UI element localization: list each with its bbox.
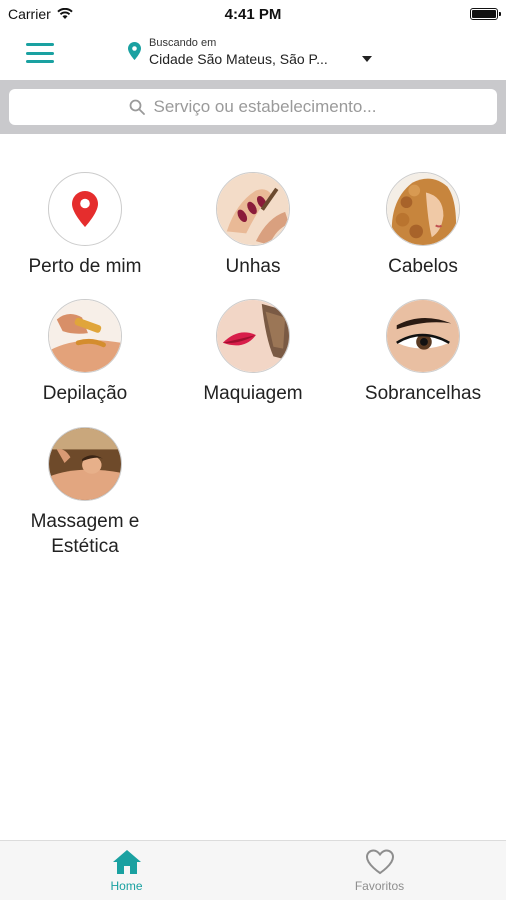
makeup-image bbox=[216, 299, 290, 373]
heart-icon bbox=[365, 848, 394, 874]
category-label: Cabelos bbox=[388, 256, 458, 277]
location-pin-icon bbox=[72, 191, 98, 227]
menu-button[interactable] bbox=[24, 40, 56, 66]
hair-image bbox=[386, 172, 460, 246]
tab-bar: Home Favoritos bbox=[0, 840, 506, 900]
category-label: Depilação bbox=[42, 383, 128, 404]
category-label: Unhas bbox=[225, 256, 281, 277]
location-text: Buscando em Cidade São Mateus, São P... bbox=[149, 36, 328, 68]
category-unhas[interactable]: Unhas bbox=[168, 172, 338, 279]
home-icon bbox=[112, 849, 141, 874]
category-label: Perto de mim bbox=[28, 256, 142, 277]
category-icon bbox=[48, 172, 122, 246]
menu-icon-bar bbox=[26, 60, 54, 63]
chevron-down-icon[interactable] bbox=[362, 56, 372, 62]
tab-home-label: Home bbox=[110, 878, 143, 893]
massage-image bbox=[48, 427, 122, 501]
search-input[interactable]: Serviço ou estabelecimento... bbox=[9, 89, 497, 125]
wifi-icon bbox=[57, 8, 73, 19]
location-selector[interactable]: Buscando em Cidade São Mateus, São P... bbox=[128, 36, 328, 68]
search-placeholder: Serviço ou estabelecimento... bbox=[153, 97, 377, 116]
location-city: Cidade São Mateus, São P... bbox=[149, 51, 328, 67]
category-depilacao[interactable]: Depilação bbox=[0, 299, 170, 406]
menu-icon-bar bbox=[26, 43, 54, 46]
search-bar-container: Serviço ou estabelecimento... bbox=[0, 80, 506, 134]
carrier-label: Carrier bbox=[8, 6, 51, 22]
status-left: Carrier bbox=[8, 6, 73, 22]
tab-favoritos[interactable]: Favoritos bbox=[253, 841, 506, 900]
category-sobrancelhas[interactable]: Sobrancelhas bbox=[338, 299, 506, 406]
category-massagem-estetica[interactable]: Massagem e Estética bbox=[0, 427, 170, 559]
search-icon bbox=[130, 99, 146, 115]
location-pin-icon bbox=[128, 42, 141, 60]
status-time: 4:41 PM bbox=[224, 5, 282, 23]
category-label: Massagem e Estética bbox=[30, 511, 140, 557]
battery-icon bbox=[470, 8, 501, 20]
status-bar: Carrier 4:41 PM bbox=[0, 0, 506, 28]
category-maquiagem[interactable]: Maquiagem bbox=[168, 299, 338, 406]
location-label: Buscando em bbox=[149, 37, 217, 49]
tab-home[interactable]: Home bbox=[0, 841, 253, 900]
eyebrow-image bbox=[386, 299, 460, 373]
category-label: Maquiagem bbox=[203, 383, 303, 404]
category-label: Sobrancelhas bbox=[364, 383, 482, 404]
waxing-image bbox=[48, 299, 122, 373]
menu-icon-bar bbox=[26, 51, 54, 55]
category-perto-de-mim[interactable]: Perto de mim bbox=[0, 172, 170, 279]
category-cabelos[interactable]: Cabelos bbox=[338, 172, 506, 279]
tab-favoritos-label: Favoritos bbox=[354, 878, 405, 893]
app-header: Buscando em Cidade São Mateus, São P... bbox=[0, 28, 506, 80]
nails-image bbox=[216, 172, 290, 246]
